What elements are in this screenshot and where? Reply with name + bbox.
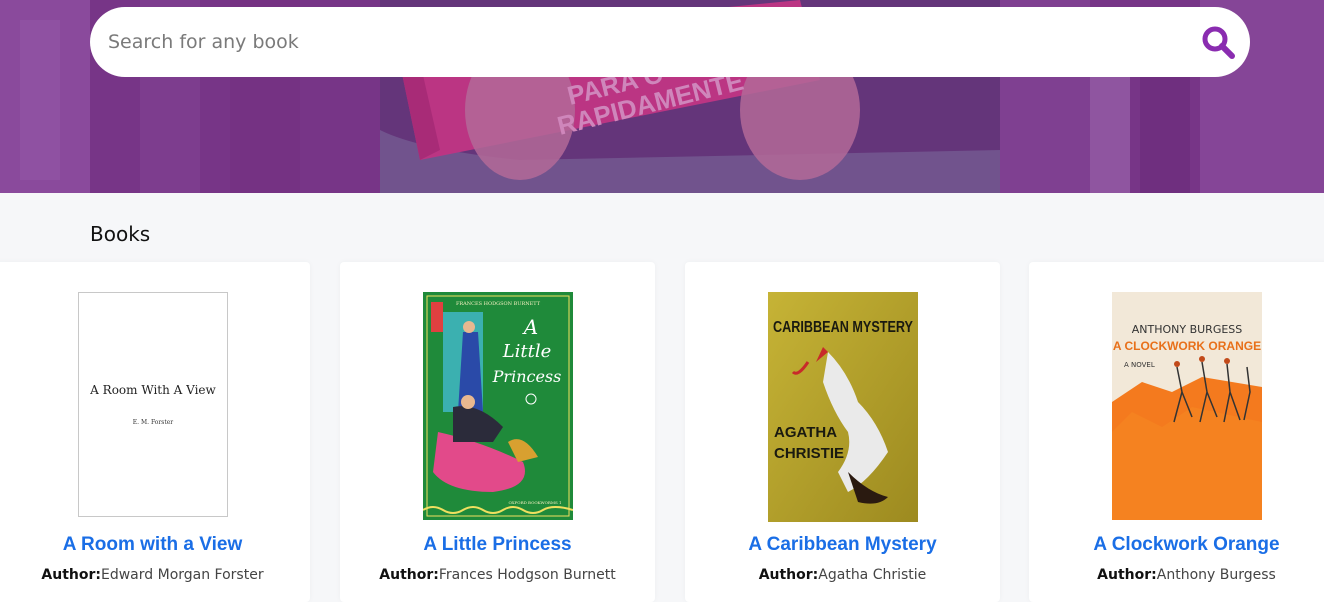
cover-author: ANTHONY BURGESS: [1131, 323, 1242, 336]
author-label: Author:: [1097, 567, 1157, 583]
book-cover[interactable]: ANTHONY BURGESS A CLOCKWORK ORANGE A NOV…: [1111, 292, 1262, 520]
cover-title: CARIBBEAN MYSTERY: [773, 319, 913, 336]
author-name: Agatha Christie: [818, 567, 927, 583]
book-author: Author:Frances Hodgson Burnett: [340, 567, 655, 583]
book-cover[interactable]: FRANCES HODGSON BURNETT A Little Princes…: [422, 292, 573, 520]
book-author: Author:Edward Morgan Forster: [0, 567, 310, 583]
book-author: Author:Anthony Burgess: [1029, 567, 1324, 583]
book-title-link[interactable]: A Caribbean Mystery: [685, 534, 1000, 556]
author-label: Author:: [379, 567, 439, 583]
book-title-link[interactable]: A Room with a View: [0, 534, 310, 556]
section-title: Books: [90, 222, 151, 246]
cover-author: E. M. Forster: [132, 419, 173, 426]
book-card[interactable]: ANTHONY BURGESS A CLOCKWORK ORANGE A NOV…: [1029, 262, 1324, 602]
cover-title-line2: Little: [501, 341, 551, 362]
cover-subtitle: A NOVEL: [1124, 361, 1155, 369]
search-bar: [90, 7, 1250, 77]
author-label: Author:: [41, 567, 101, 583]
cover-title-line3: Princess: [491, 367, 561, 386]
cover-author-line2: CHRISTIE: [774, 445, 844, 462]
cover-bottom-text: OXFORD BOOKWORMS 1: [508, 500, 561, 505]
book-card[interactable]: CARIBBEAN MYSTERY AGATHA CHRISTIE A Cari…: [685, 262, 1000, 602]
book-cover[interactable]: A Room With A View E. M. Forster: [77, 292, 228, 517]
book-card[interactable]: FRANCES HODGSON BURNETT A Little Princes…: [340, 262, 655, 602]
book-cover[interactable]: CARIBBEAN MYSTERY AGATHA CHRISTIE: [767, 292, 918, 522]
search-button[interactable]: [1200, 24, 1236, 60]
author-name: Anthony Burgess: [1156, 567, 1276, 583]
cover-title: A Room With A View: [89, 383, 216, 397]
book-title-link[interactable]: A Little Princess: [340, 534, 655, 556]
author-name: Edward Morgan Forster: [101, 567, 264, 583]
cover-author-line1: AGATHA: [774, 424, 837, 441]
cover-title: A CLOCKWORK ORANGE: [1112, 339, 1260, 353]
cover-title-line1: A: [521, 315, 537, 339]
search-icon: [1202, 26, 1235, 59]
book-card[interactable]: A Room With A View E. M. Forster A Room …: [0, 262, 310, 602]
search-input[interactable]: [108, 22, 1168, 62]
book-author: Author:Agatha Christie: [685, 567, 1000, 583]
author-name: Frances Hodgson Burnett: [438, 567, 616, 583]
author-label: Author:: [758, 567, 819, 583]
book-title-link[interactable]: A Clockwork Orange: [1029, 534, 1324, 556]
cover-top-text: FRANCES HODGSON BURNETT: [455, 301, 540, 307]
